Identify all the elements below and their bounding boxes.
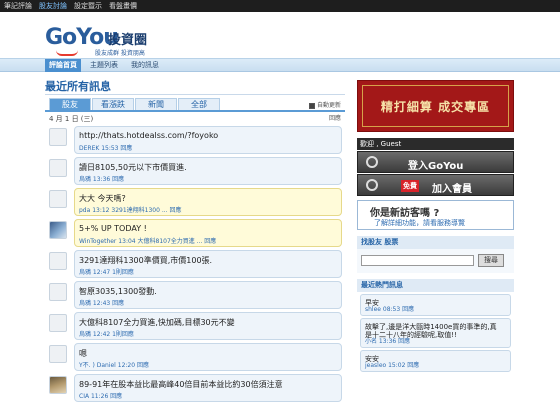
avatar[interactable] [49,345,67,363]
list-item: 智原3035,1300發動. 烏鴉 12:43 回應 [45,281,345,310]
list-item: 5+% UP TODAY ! WinTogether 13:04 大億科8107… [45,219,345,248]
avatar[interactable] [49,314,67,332]
message-text[interactable]: http://thats.hotdealss.com/?foyoko [79,131,218,140]
message-text[interactable]: 智原3035,1300發動. [79,286,157,297]
header: GoYou 投資圈 股友成群 投資朋高 [0,12,560,58]
avatar[interactable] [49,376,67,394]
list-item: 故擊了,邊是洋大甌時1400e買的事準的,真 是十二十八年的經驗呢,取值!! 小… [360,318,511,348]
avatar[interactable] [49,221,67,239]
message-bubble: http://thats.hotdealss.com/?foyoko DEREK… [74,126,342,154]
hot-meta[interactable]: shlee 08:53 回應 [365,304,414,313]
avatar[interactable] [49,252,67,270]
list-item: 大大 今天嗎? pda 13:12 3291達翔科1300 ... 回應 [45,188,345,217]
message-bubble: 大大 今天嗎? pda 13:12 3291達翔科1300 ... 回應 [74,188,342,216]
list-item: 讀日8105,50元以下市價買進. 烏鴉 13:36 回應 [45,157,345,186]
message-meta[interactable]: Y不. ) Daniel 12:20 回應 [79,360,149,369]
auto-refresh-toggle[interactable]: 自動更新 [308,100,341,109]
logo-smile-icon [56,50,78,56]
message-bubble: 5+% UP TODAY ! WinTogether 13:04 大億科8107… [74,219,342,247]
hot-meta[interactable]: jeasleo 15:02 回應 [365,360,419,369]
message-text[interactable]: 讀日8105,50元以下市價買進. [79,162,187,173]
new-visitor-box[interactable]: 你是新訪客嗎 ? 了解詳細功能，請看服務導覽 [357,200,514,230]
message-meta[interactable]: 烏鴉 12:47 1則回應 [79,267,134,276]
list-item: 嗯 Y不. ) Daniel 12:20 回應 [45,343,345,372]
message-text[interactable]: 89-91年在股本益比最高峰40倍目前本益比約30倍須注意 [79,379,283,390]
message-meta[interactable]: 烏鴉 12:43 回應 [79,298,124,307]
logo[interactable]: GoYou [45,25,119,50]
main-nav: 評論首頁 主題列表 我的訊息 [0,58,560,72]
find-friend-title: 找股友 股票 [357,236,514,249]
tab-friends[interactable]: 股友 [49,98,91,110]
hot-meta[interactable]: 小名 13:36 回應 [365,336,410,345]
avatar[interactable] [49,128,67,146]
list-item: 大億科8107全力買進,快加碼,目標30元不變 烏鴉 12:42 1則回應 [45,312,345,341]
search-box: 搜尋 [357,249,514,273]
avatar[interactable] [49,159,67,177]
top-menu-item[interactable]: 看盤畫價 [109,1,137,11]
promo-banner[interactable]: 精打細算 成交專區 [357,80,514,132]
top-menu-item[interactable]: 股友討論 [39,1,67,11]
message-bubble: 89-91年在股本益比最高峰40倍目前本益比約30倍須注意 CIA 11:26 … [74,374,342,402]
message-bubble: 大億科8107全力買進,快加碼,目標30元不變 烏鴉 12:42 1則回應 [74,312,342,340]
logo-subtitle: 股友成群 投資朋高 [95,50,145,57]
message-meta[interactable]: pda 13:12 3291達翔科1300 ... 回應 [79,205,181,214]
avatar[interactable] [49,283,67,301]
register-label: 加入會員 [432,184,472,195]
back-link[interactable]: 回應 [329,112,341,126]
message-text[interactable]: 3291達翔科1300準價買,市價100張. [79,255,212,266]
message-meta[interactable]: 烏鴉 13:36 回應 [79,174,124,183]
list-item: 早安 shlee 08:53 回應 [360,294,511,316]
message-meta[interactable]: DEREK 15:53 回應 [79,143,132,152]
date-header: 4 月 1 日 (三) 回應 [45,112,345,126]
nav-home[interactable]: 評論首頁 [45,59,81,72]
message-bubble: 智原3035,1300發動. 烏鴉 12:43 回應 [74,281,342,309]
message-bubble: 嗯 Y不. ) Daniel 12:20 回應 [74,343,342,371]
message-meta[interactable]: CIA 11:26 回應 [79,391,122,400]
login-button[interactable]: 登入GoYou [357,151,514,173]
message-text[interactable]: 大億科8107全力買進,快加碼,目標30元不變 [79,317,235,328]
new-visitor-title: 你是新訪客嗎 ? [370,208,440,219]
hot-title: 最近熱門訊息 [357,279,514,292]
auto-refresh-label: 自動更新 [316,102,341,109]
message-meta[interactable]: WinTogether 13:04 大億科8107全力買進 ... 回應 [79,236,216,245]
welcome-label: 歡迎 , Guest [357,138,514,150]
message-text[interactable]: 嗯 [79,348,87,359]
message-meta[interactable]: 烏鴉 12:42 1則回應 [79,329,134,338]
sidebar: 精打細算 成交專區 歡迎 , Guest 登入GoYou 免費 加入會員 你是新… [357,80,514,374]
list-item: 3291達翔科1300準價買,市價100張. 烏鴉 12:47 1則回應 [45,250,345,279]
nav-topics[interactable]: 主題列表 [90,59,118,72]
search-button[interactable]: 搜尋 [478,254,504,267]
date-label: 4 月 1 日 (三) [49,115,94,123]
avatar[interactable] [49,190,67,208]
key-icon [366,156,378,168]
message-text[interactable]: 5+% UP TODAY ! [79,224,147,233]
search-input[interactable] [361,255,474,266]
logo-text: GoYou [45,25,119,50]
message-feed: 最近所有訊息 股友 看漲跌 新聞 全部 自動更新 4 月 1 日 (三) 回應 … [45,78,345,405]
list-item: http://thats.hotdealss.com/?foyoko DEREK… [45,126,345,155]
new-visitor-link[interactable]: 了解詳細功能，請看服務導覽 [374,218,465,228]
feed-tabs: 股友 看漲跌 新聞 全部 自動更新 [45,98,345,112]
logo-chinese: 投資圈 [108,33,148,48]
top-menu-bar: 筆記評論 股友討論 設定暨示 看盤畫價 [0,0,560,12]
nav-my-messages[interactable]: 我的訊息 [131,59,159,72]
banner-text: 精打細算 成交專區 [380,100,491,114]
register-button[interactable]: 免費 加入會員 [357,174,514,196]
list-item: 89-91年在股本益比最高峰40倍目前本益比約30倍須注意 CIA 11:26 … [45,374,345,403]
list-item: 安安 jeasleo 15:02 回應 [360,350,511,372]
tab-updown[interactable]: 看漲跌 [92,98,134,110]
top-menu-item[interactable]: 設定暨示 [74,1,102,11]
message-bubble: 3291達翔科1300準價買,市價100張. 烏鴉 12:47 1則回應 [74,250,342,278]
message-text[interactable]: 大大 今天嗎? [79,193,126,204]
tab-news[interactable]: 新聞 [135,98,177,110]
login-label: 登入GoYou [408,161,464,172]
free-badge: 免費 [401,180,419,192]
checkbox-icon [308,102,315,109]
message-bubble: 讀日8105,50元以下市價買進. 烏鴉 13:36 回應 [74,157,342,185]
top-menu-item[interactable]: 筆記評論 [4,1,32,11]
tab-all[interactable]: 全部 [178,98,220,110]
pen-icon [366,179,378,191]
page-title: 最近所有訊息 [45,78,345,95]
